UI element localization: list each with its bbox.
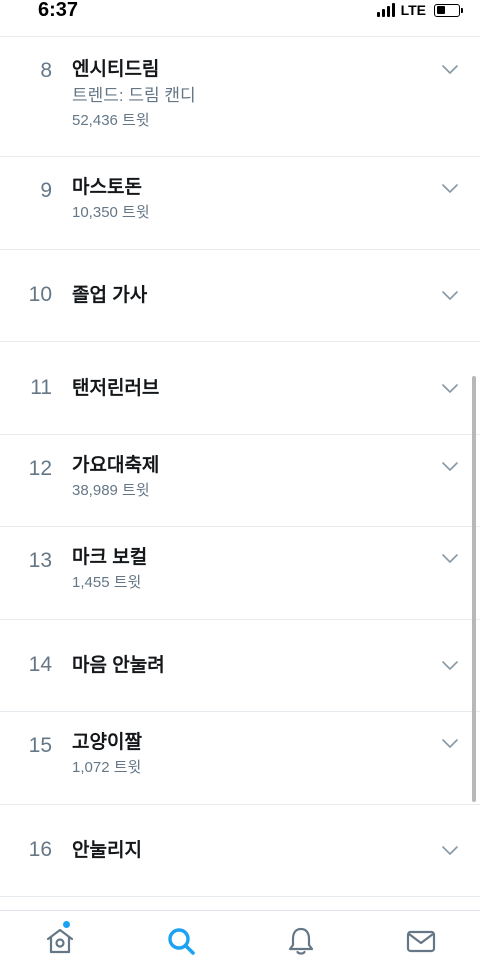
trend-body: 안눌리지 xyxy=(72,838,420,864)
trend-item[interactable]: 14 마음 안눌려 xyxy=(0,620,480,712)
trend-body: 마음 안눌려 xyxy=(72,653,420,679)
trend-body: 엔시티드림 트렌드: 드림 캔디 52,436 트윗 xyxy=(72,57,420,133)
trend-name: 마크 보컬 xyxy=(72,547,148,568)
trend-item[interactable]: 12 가요대축제 38,989 트윗 xyxy=(0,435,480,527)
mail-icon xyxy=(406,930,436,953)
trend-item[interactable]: 10 졸업 가사 xyxy=(0,250,480,342)
scrollbar[interactable] xyxy=(472,376,476,802)
trend-rank: 15 xyxy=(28,734,52,757)
bottom-tab-bar xyxy=(0,910,480,972)
trend-rank: 13 xyxy=(28,549,52,572)
trend-body: 탠저린러브 xyxy=(72,376,420,402)
trend-name: 마음 안눌려 xyxy=(72,655,165,676)
chevron-down-icon[interactable] xyxy=(442,291,458,301)
trend-rank: 14 xyxy=(28,653,52,676)
notification-dot xyxy=(63,921,70,928)
chevron-down-icon[interactable] xyxy=(442,384,458,394)
status-indicators: LTE xyxy=(376,2,463,18)
trend-body: 마스토돈 10,350 트윗 xyxy=(72,175,420,225)
status-time: 6:37 xyxy=(38,0,79,21)
trend-body: 고양이짤 1,072 트윗 xyxy=(72,730,420,780)
trend-tweet-count: 10,350 트윗 xyxy=(72,204,150,221)
tab-notifications[interactable] xyxy=(285,925,317,957)
chevron-down-icon[interactable] xyxy=(442,661,458,671)
chevron-down-icon[interactable] xyxy=(442,554,458,564)
trend-name: 마스토돈 xyxy=(72,177,142,198)
trend-rank: 16 xyxy=(28,838,52,861)
chevron-down-icon[interactable] xyxy=(442,184,458,194)
trend-name: 엔시티드림 xyxy=(72,59,160,80)
trend-rank: 9 xyxy=(40,179,52,202)
trend-name: 졸업 가사 xyxy=(72,285,148,306)
trend-name: 가요대축제 xyxy=(72,455,160,476)
trend-item[interactable]: 9 마스토돈 10,350 트윗 xyxy=(0,157,480,250)
trend-name: 안눌리지 xyxy=(72,840,142,861)
trend-name: 탠저린러브 xyxy=(72,378,160,399)
trend-item[interactable]: 13 마크 보컬 1,455 트윗 xyxy=(0,527,480,620)
battery-level-fill xyxy=(436,6,445,14)
trend-body: 마크 보컬 1,455 트윗 xyxy=(72,545,420,595)
tab-home[interactable] xyxy=(44,921,76,957)
trend-tweet-count: 52,436 트윗 xyxy=(72,112,150,129)
tab-search[interactable] xyxy=(165,925,197,957)
trend-tweet-count: 38,989 트윗 xyxy=(72,482,150,499)
trend-rank: 8 xyxy=(40,59,52,82)
trend-rank: 10 xyxy=(28,283,52,306)
trend-rank: 11 xyxy=(30,376,52,399)
trend-body: 졸업 가사 xyxy=(72,283,420,309)
trend-body: 가요대축제 38,989 트윗 xyxy=(72,453,420,503)
trend-name: 고양이짤 xyxy=(72,732,142,753)
trend-item[interactable]: 15 고양이짤 1,072 트윗 xyxy=(0,712,480,805)
trend-tweet-count: 1,455 트윗 xyxy=(72,574,142,591)
chevron-down-icon[interactable] xyxy=(442,846,458,856)
trend-rank: 12 xyxy=(28,457,52,480)
home-icon xyxy=(46,928,74,954)
bell-icon xyxy=(288,927,314,955)
battery-icon xyxy=(434,3,463,17)
search-icon xyxy=(168,928,195,955)
trend-tweet-count: 1,072 트윗 xyxy=(72,759,142,776)
chevron-down-icon[interactable] xyxy=(442,739,458,749)
trend-item[interactable]: 11 탠저린러브 xyxy=(0,342,480,435)
status-bar: 6:37 LTE xyxy=(0,0,480,37)
trend-item[interactable]: 16 안눌리지 xyxy=(0,805,480,897)
trend-item[interactable]: 8 엔시티드림 트렌드: 드림 캔디 52,436 트윗 xyxy=(0,37,480,157)
chevron-down-icon[interactable] xyxy=(442,462,458,472)
chevron-down-icon[interactable] xyxy=(442,65,458,75)
signal-strength-icon xyxy=(376,3,395,17)
tab-messages[interactable] xyxy=(405,925,437,957)
trends-list: 8 엔시티드림 트렌드: 드림 캔디 52,436 트윗 9 마스토돈 10,3… xyxy=(0,37,480,897)
explore-trends-screen: 6:37 LTE 8 엔시티드림 트렌드: 드림 캔디 52,436 트윗 9 … xyxy=(0,0,480,972)
network-type: LTE xyxy=(400,2,426,18)
trend-context: 트렌드: 드림 캔디 xyxy=(72,86,196,105)
